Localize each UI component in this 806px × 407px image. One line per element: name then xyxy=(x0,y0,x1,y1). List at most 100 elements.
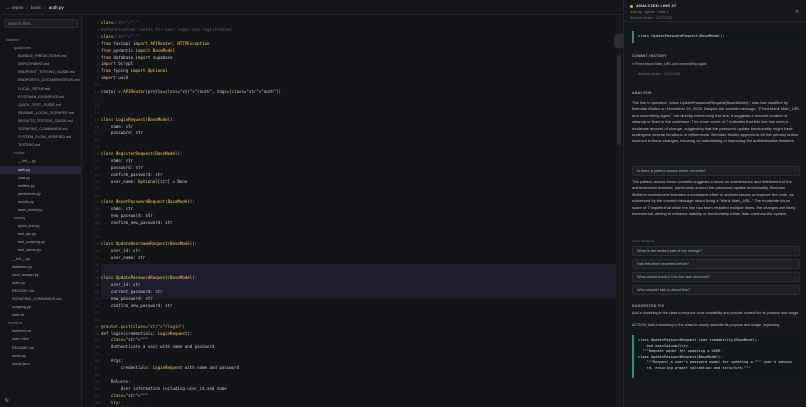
file-item[interactable]: chat.py xyxy=(0,174,82,182)
code-line: password: str xyxy=(101,130,143,136)
suggested-question-2[interactable]: Has this been reverted before? xyxy=(632,259,800,269)
line-number: 4 xyxy=(96,41,99,46)
close-icon[interactable]: ✕ xyxy=(795,9,799,15)
code-line: Authentication routes for user login and… xyxy=(101,26,232,32)
file-item[interactable]: frontend.rar xyxy=(0,327,82,335)
file-item[interactable]: main.py xyxy=(0,279,82,287)
folder-item[interactable]: · guidelines xyxy=(0,44,82,52)
file-item[interactable]: results.py xyxy=(0,198,82,206)
folder-item[interactable]: · routes xyxy=(0,149,82,157)
file-item[interactable]: POSTMAN_EXAMPLES.md xyxy=(0,93,82,101)
file-item[interactable]: RESULTS_TESTING_GUIDE.md xyxy=(0,117,82,125)
file-item[interactable]: QUICK_TEST_GUIDE.md xyxy=(0,101,82,109)
file-item[interactable]: LOCAL_SETUP.md xyxy=(0,85,82,93)
code-editor[interactable]: 1 2 3 4 5 6 7 8 9 10 11 12 13 14 15 16 17 18 19 20 21 22 23 24 2… xyxy=(82,15,622,407)
line-number: 31 xyxy=(94,228,99,232)
line-number: 54 xyxy=(94,386,99,391)
line-number: 39 xyxy=(94,283,99,288)
line-number: 44 xyxy=(94,317,99,322)
commit-history-heading: COMMIT HISTORY xyxy=(632,54,667,58)
question-chip-1[interactable]: Is there a pattern across these commits? xyxy=(632,166,800,176)
breadcrumb-repo[interactable]: basic xyxy=(31,5,42,10)
editor-scroll-thumb[interactable] xyxy=(617,55,621,145)
code-line: password: str xyxy=(101,164,143,170)
code-line: Authenticate a user with name and passwo… xyxy=(101,344,215,350)
file-item[interactable]: TESTING.md xyxy=(0,141,82,149)
file-item[interactable]: auth.py xyxy=(0,165,82,174)
file-item[interactable]: __init__.py xyxy=(0,255,82,263)
code-line: Args: xyxy=(101,358,124,364)
code-line: Returns: xyxy=(101,378,131,384)
line-number: 49 xyxy=(94,352,99,357)
line-number: 18 xyxy=(94,138,99,143)
suggested-question-4[interactable]: Who should I talk to about this? xyxy=(632,285,800,295)
app-window: ← repos / basic / auth.py Search files..… xyxy=(0,0,806,407)
file-item[interactable]: vercel.json xyxy=(0,360,82,368)
file-item[interactable]: README.md xyxy=(0,287,82,295)
line-number: 12 xyxy=(94,96,99,101)
file-item[interactable]: database.py xyxy=(0,263,82,271)
line-number: 23 xyxy=(94,172,99,177)
code-line: confirm_new_password: str xyxy=(101,302,173,308)
line-number: 30 xyxy=(94,221,99,226)
line-number: 47 xyxy=(94,338,99,343)
file-item[interactable]: README_LOCAL_SCRAPER.md xyxy=(0,109,82,117)
code-line: from database import supabase xyxy=(101,54,173,60)
file-item[interactable]: DEPLOYMENT.md xyxy=(0,60,82,68)
folder-item[interactable]: basebot xyxy=(0,36,82,44)
line-number: 36 xyxy=(94,262,99,267)
file-item[interactable]: quick_test.py xyxy=(0,222,82,230)
file-tree: basebot · guidelines BUNDLE_PREDICTIONS.md… xyxy=(0,36,82,368)
file-item[interactable]: BUNDLE_PREDICTIONS.md xyxy=(0,52,82,60)
line-number: 45 xyxy=(94,324,99,329)
file-item[interactable]: SYSTEM_FLOW_VERIFIED.md xyxy=(0,133,82,141)
code-line: user_id: str xyxy=(101,282,141,288)
code-line: name: str xyxy=(101,206,134,212)
panel-toggle-button[interactable] xyxy=(614,34,623,48)
file-item[interactable]: serve.py xyxy=(0,352,82,360)
line-number: 38 xyxy=(94,276,99,281)
code-line: class LoginRequest(BaseModel): xyxy=(101,116,175,122)
line-number: 6 xyxy=(96,55,99,60)
file-item[interactable]: start.sh xyxy=(0,311,82,319)
file-search-input[interactable]: Search files... xyxy=(4,19,78,28)
commit-meta: Brendan Mullen · 11/21/2025 xyxy=(638,72,680,76)
code-line: name: str xyxy=(101,158,134,163)
fix-code-snippet: class UpdatePasswordRequest code readabi… xyxy=(632,335,800,378)
line-number: 21 xyxy=(94,159,99,163)
file-item[interactable]: README.md xyxy=(0,344,82,352)
file-item[interactable]: test_api.py xyxy=(0,230,82,238)
file-item[interactable]: ENDPOINTS_DOCUMENTATION.md xyxy=(0,76,82,84)
file-item[interactable]: __init__.py xyxy=(0,157,82,165)
folder-item[interactable]: · frontend xyxy=(0,319,82,327)
suggested-question-1[interactable]: What is the related part of the change? xyxy=(632,246,800,256)
file-item[interactable]: index.html xyxy=(0,335,82,343)
analysis-text: The line in question, 'class UpdatePassw… xyxy=(632,100,800,144)
folder-item[interactable]: · testing xyxy=(0,214,82,222)
code-line: @router.post(class="str">"/login") xyxy=(101,323,185,329)
file-item[interactable]: team_event.py xyxy=(0,206,82,214)
suggested-question-3[interactable]: What would break if this line was remove… xyxy=(632,272,800,282)
commit-author: Brendan Mullen xyxy=(638,72,662,76)
commit-item[interactable]: ● Fixed blank Main_URL and committing ag… xyxy=(632,62,707,66)
code-line: class ResetPasswordRequest(BaseModel): xyxy=(101,199,195,205)
code-line: from fastapi import APIRouter, HTTPExcep… xyxy=(101,40,210,46)
line-gutter: 1 2 3 4 5 6 7 8 9 10 11 12 13 14 15 16 17 18 19 20 21 22 23 24 2… xyxy=(82,15,101,407)
file-item[interactable]: entities.py xyxy=(0,182,82,190)
file-item[interactable]: SCRAPING_COMMANDS.md xyxy=(0,125,82,133)
file-sidebar: Search files... basebot · guidelines BUNDL… xyxy=(0,15,82,407)
file-item[interactable]: local_scraper.py xyxy=(0,271,82,279)
line-number: 15 xyxy=(94,117,99,122)
file-item[interactable]: SCRAPING_COMMANDS.md xyxy=(0,295,82,303)
file-item[interactable]: predictions.py xyxy=(0,190,82,198)
file-item[interactable]: scraping.py xyxy=(0,303,82,311)
back-link[interactable]: ← repos xyxy=(6,5,23,10)
file-item[interactable]: test_server.py xyxy=(0,246,82,254)
file-item[interactable]: ENDPOINT_TESTING_GUIDE.md xyxy=(0,68,82,76)
code-line: try: xyxy=(110,399,121,405)
code-line: class UpdateUsernameRequest(BaseModel): xyxy=(101,240,198,246)
breadcrumb-file: auth.py xyxy=(48,4,64,10)
status-dot-icon xyxy=(630,5,633,8)
line-number: 25 xyxy=(94,186,99,191)
file-item[interactable]: test_scraping.py xyxy=(0,238,82,246)
